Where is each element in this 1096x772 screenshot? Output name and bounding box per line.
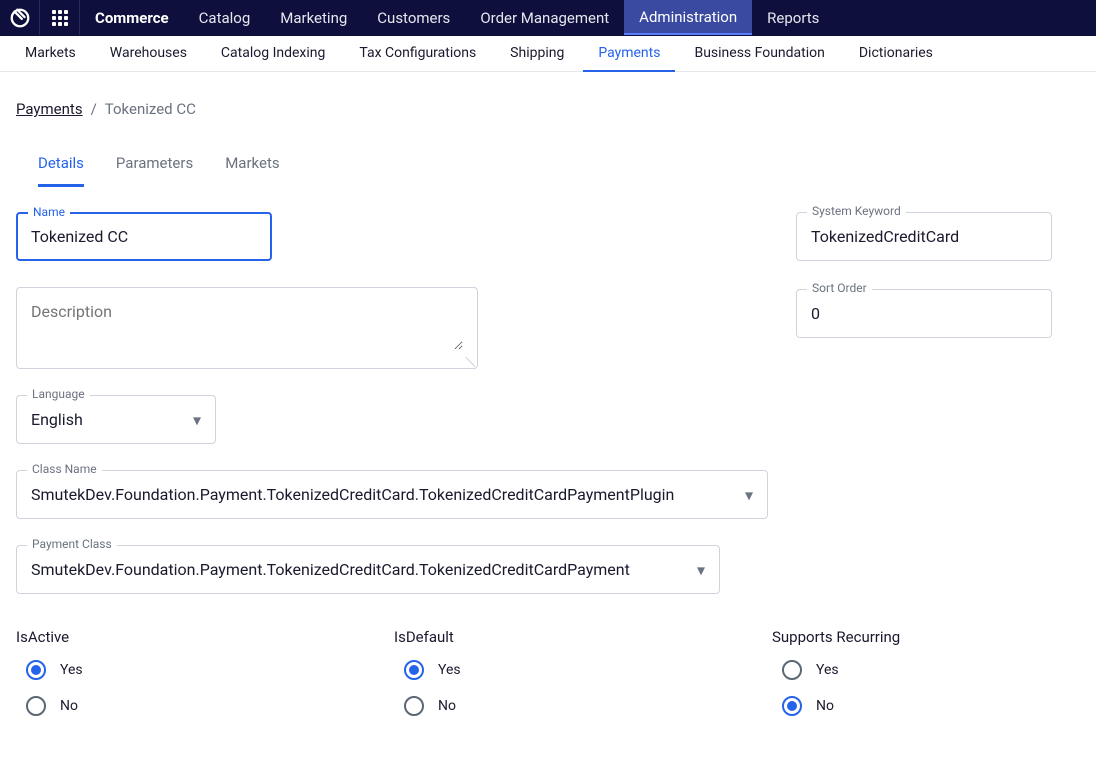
description-field[interactable]: [16, 287, 478, 369]
sub-nav: Markets Warehouses Catalog Indexing Tax …: [0, 36, 1096, 72]
subnav-dictionaries[interactable]: Dictionaries: [844, 36, 948, 72]
supports-recurring-title: Supports Recurring: [772, 628, 1072, 646]
radio-icon: [404, 696, 424, 716]
radio-label: No: [60, 698, 78, 714]
class-name-value: SmutekDev.Foundation.Payment.TokenizedCr…: [31, 485, 674, 504]
brand-logo[interactable]: [0, 0, 40, 35]
nav-catalog[interactable]: Catalog: [184, 0, 266, 35]
sort-order-label: Sort Order: [807, 281, 872, 295]
apps-grid-icon: [52, 10, 68, 26]
subnav-tax-configurations[interactable]: Tax Configurations: [344, 36, 491, 72]
resize-handle-icon: [463, 354, 475, 366]
payment-class-value: SmutekDev.Foundation.Payment.TokenizedCr…: [31, 560, 630, 579]
class-name-field[interactable]: Class Name SmutekDev.Foundation.Payment.…: [16, 470, 768, 519]
radio-label: No: [438, 698, 456, 714]
subnav-shipping[interactable]: Shipping: [495, 36, 579, 72]
nav-customers[interactable]: Customers: [362, 0, 465, 35]
tab-markets[interactable]: Markets: [225, 148, 279, 187]
payment-class-label: Payment Class: [27, 537, 117, 551]
radio-label: Yes: [60, 662, 83, 678]
is-active-yes[interactable]: Yes: [26, 660, 394, 680]
sort-order-input[interactable]: [811, 304, 1037, 323]
nav-reports[interactable]: Reports: [752, 0, 834, 35]
subnav-catalog-indexing[interactable]: Catalog Indexing: [206, 36, 340, 72]
is-default-no[interactable]: No: [404, 696, 772, 716]
is-default-yes[interactable]: Yes: [404, 660, 772, 680]
top-nav: Commerce Catalog Marketing Customers Ord…: [0, 0, 1096, 36]
name-input[interactable]: [31, 227, 257, 246]
nav-marketing[interactable]: Marketing: [265, 0, 362, 35]
nav-commerce[interactable]: Commerce: [80, 0, 184, 35]
brand-icon: [9, 7, 31, 29]
supports-recurring-no[interactable]: No: [782, 696, 1072, 716]
language-value: English: [31, 410, 83, 429]
breadcrumb-parent[interactable]: Payments: [16, 100, 83, 118]
breadcrumb-current: Tokenized CC: [105, 100, 196, 118]
radio-label: Yes: [438, 662, 461, 678]
breadcrumb-separator: /: [91, 100, 97, 118]
radio-icon: [26, 696, 46, 716]
system-keyword-field[interactable]: System Keyword: [796, 212, 1052, 261]
class-name-label: Class Name: [27, 462, 102, 476]
radio-icon: [782, 660, 802, 680]
chevron-down-icon: ▾: [745, 485, 753, 504]
language-field[interactable]: Language English ▾: [16, 395, 216, 444]
subnav-payments[interactable]: Payments: [583, 36, 675, 72]
tab-details[interactable]: Details: [38, 148, 84, 187]
nav-administration[interactable]: Administration: [624, 0, 752, 35]
tab-parameters[interactable]: Parameters: [116, 148, 193, 187]
chevron-down-icon: ▾: [697, 560, 705, 579]
payment-class-field[interactable]: Payment Class SmutekDev.Foundation.Payme…: [16, 545, 720, 594]
radio-label: Yes: [816, 662, 839, 678]
apps-launcher[interactable]: [40, 0, 80, 35]
subnav-warehouses[interactable]: Warehouses: [95, 36, 202, 72]
is-active-no[interactable]: No: [26, 696, 394, 716]
supports-recurring-yes[interactable]: Yes: [782, 660, 1072, 680]
radio-icon: [26, 660, 46, 680]
breadcrumb: Payments / Tokenized CC: [16, 100, 1080, 118]
name-label: Name: [28, 205, 70, 219]
subnav-business-foundation[interactable]: Business Foundation: [679, 36, 839, 72]
radio-icon: [404, 660, 424, 680]
sort-order-field[interactable]: Sort Order: [796, 289, 1052, 338]
detail-tabs: Details Parameters Markets: [16, 148, 1080, 188]
system-keyword-label: System Keyword: [807, 204, 906, 218]
radio-label: No: [816, 698, 834, 714]
nav-order-management[interactable]: Order Management: [465, 0, 624, 35]
is-active-title: IsActive: [16, 628, 394, 646]
radio-icon: [782, 696, 802, 716]
language-label: Language: [27, 387, 90, 401]
is-default-title: IsDefault: [394, 628, 772, 646]
system-keyword-input[interactable]: [811, 227, 1037, 246]
name-field[interactable]: Name: [16, 212, 272, 261]
chevron-down-icon: ▾: [193, 410, 201, 429]
description-input[interactable]: [31, 302, 463, 350]
subnav-markets[interactable]: Markets: [10, 36, 91, 72]
